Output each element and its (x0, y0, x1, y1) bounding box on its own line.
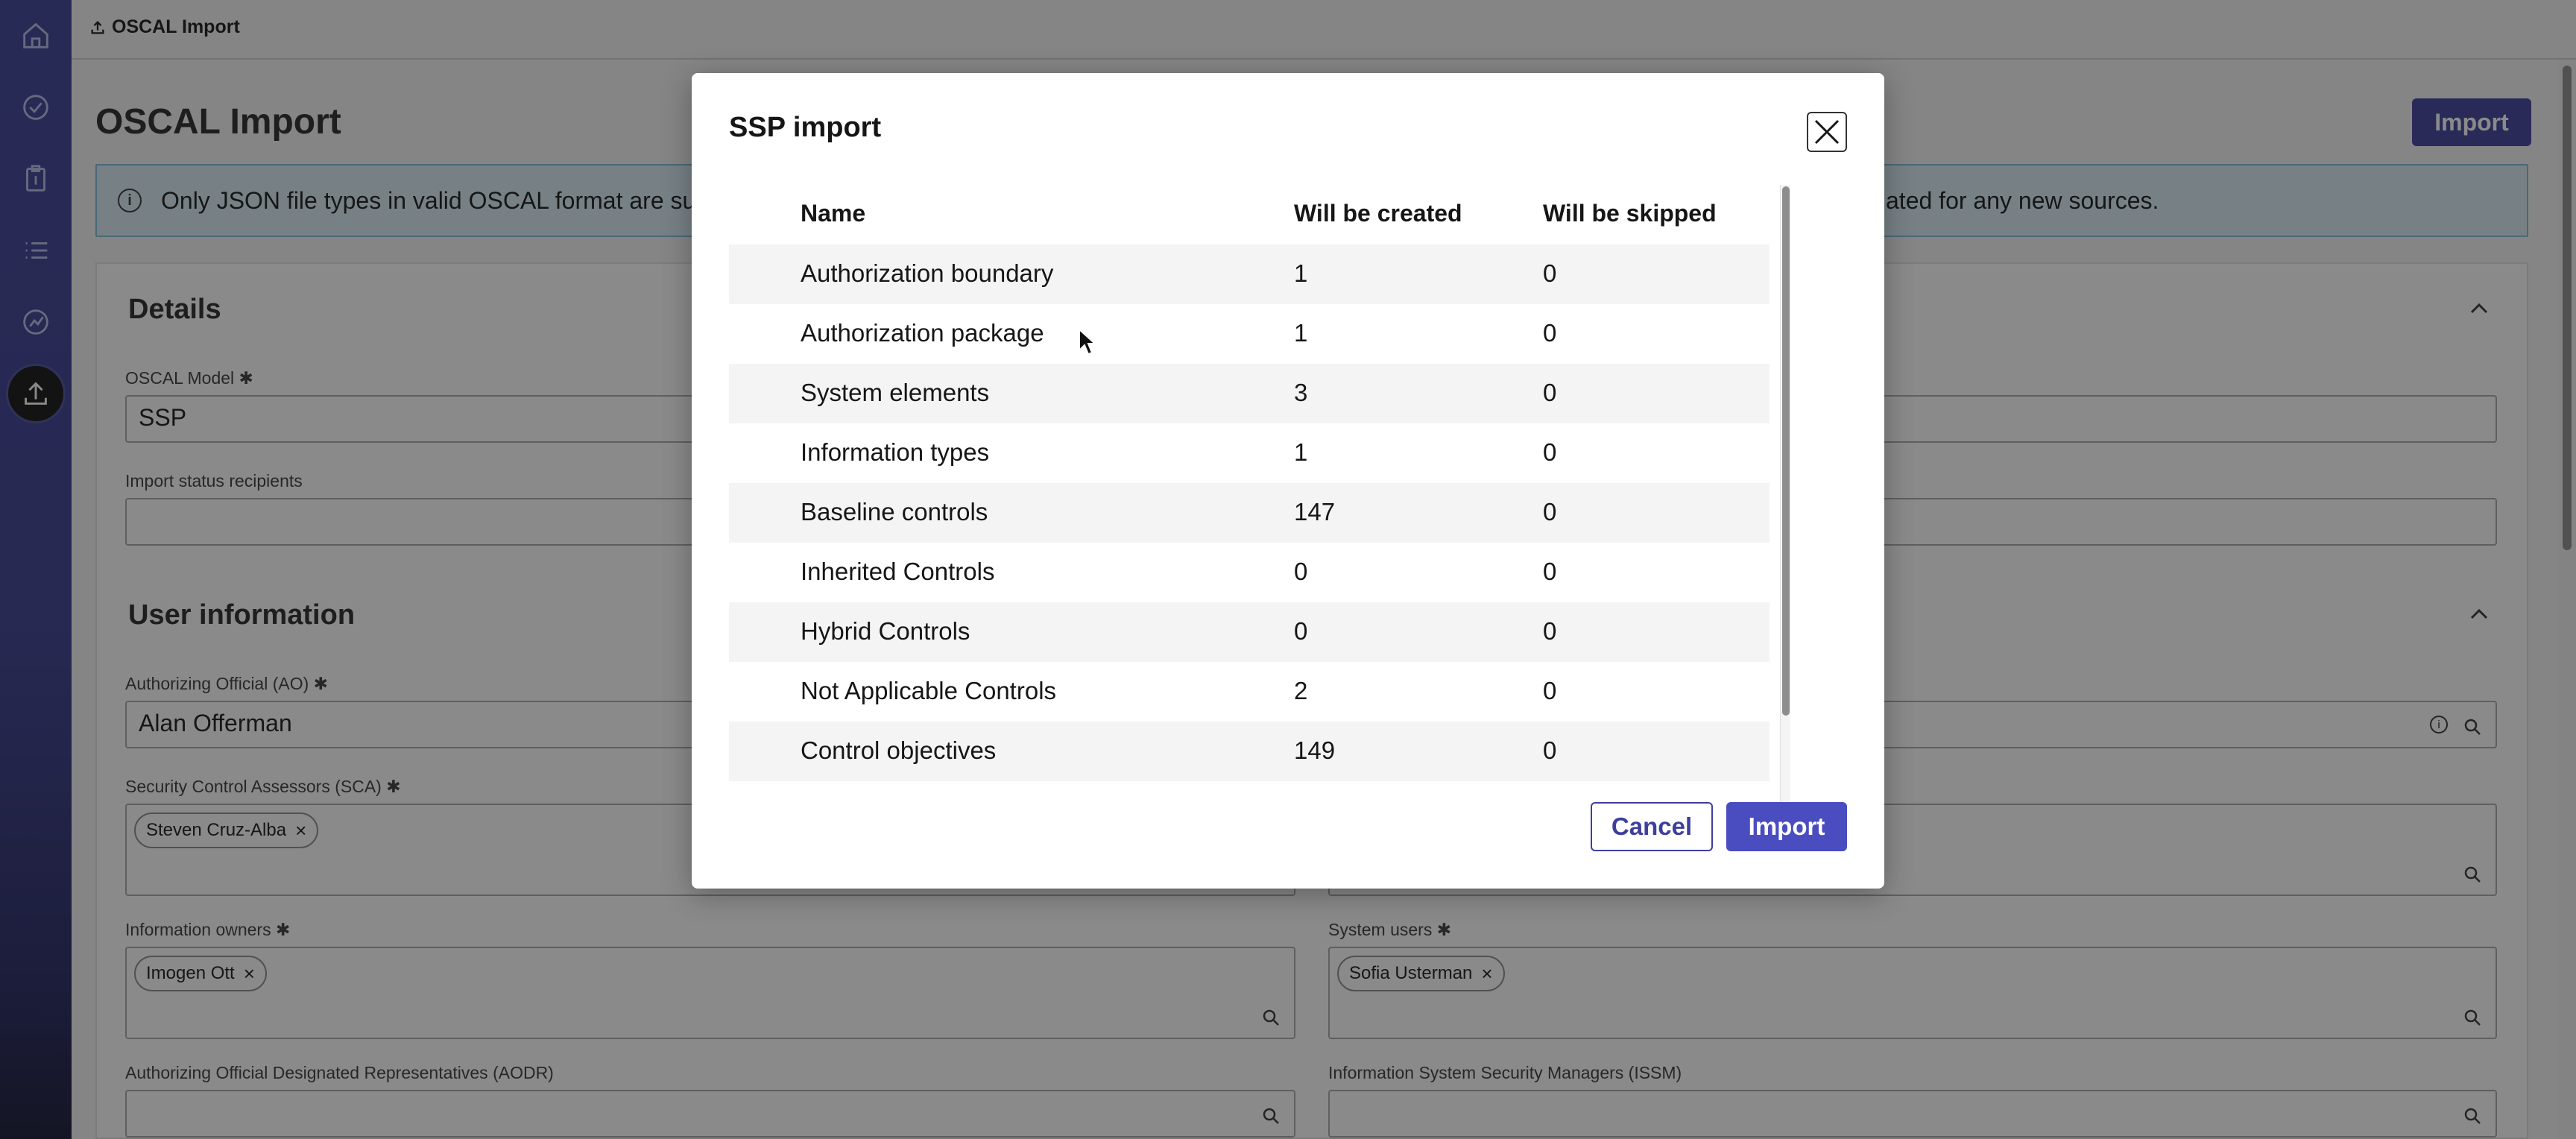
table-row: Authorization package 1 0 (729, 304, 1770, 364)
row-name: Information types (801, 438, 990, 466)
modal-title: SSP import (729, 112, 882, 143)
modal-scrollbar-thumb[interactable] (1782, 186, 1790, 716)
row-created: 1 (1294, 319, 1308, 347)
row-created: 149 (1294, 736, 1336, 764)
row-name: Authorization boundary (801, 259, 1054, 287)
row-created: 0 (1294, 617, 1308, 645)
table-row: Baseline controls 147 0 (729, 483, 1770, 543)
import-summary-table: Name Will be created Will be skipped Aut… (729, 185, 1770, 853)
table-header: Name Will be created Will be skipped (729, 185, 1770, 244)
table-row: Inherited Controls 0 0 (729, 543, 1770, 602)
row-skipped: 0 (1543, 438, 1557, 466)
mouse-cursor-icon (1079, 328, 1097, 356)
row-created: 1 (1294, 438, 1308, 466)
row-created: 3 (1294, 379, 1308, 406)
close-icon[interactable] (1807, 112, 1847, 152)
column-created: Will be created (1294, 200, 1462, 227)
table-row: Authorization boundary 1 0 (729, 244, 1770, 304)
row-name: Baseline controls (801, 498, 988, 526)
row-name: System elements (801, 379, 990, 406)
table-row: Not Applicable Controls 2 0 (729, 662, 1770, 722)
row-created: 147 (1294, 498, 1336, 526)
row-name: Control objectives (801, 736, 997, 764)
row-skipped: 0 (1543, 558, 1557, 585)
column-name: Name (801, 200, 866, 227)
ssp-import-modal: SSP import Name Will be created Will be … (692, 73, 1884, 889)
row-created: 2 (1294, 677, 1308, 704)
table-row: Information types 1 0 (729, 423, 1770, 483)
import-button[interactable]: Import (1726, 802, 1847, 851)
modal-scrollbar[interactable] (1780, 185, 1790, 850)
row-name: Inherited Controls (801, 558, 995, 585)
row-skipped: 0 (1543, 319, 1557, 347)
row-created: 0 (1294, 558, 1308, 585)
row-name: Hybrid Controls (801, 617, 970, 645)
table-row: Control objectives 149 0 (729, 722, 1770, 781)
row-skipped: 0 (1543, 617, 1557, 645)
table-row: Hybrid Controls 0 0 (729, 602, 1770, 662)
row-skipped: 0 (1543, 736, 1557, 764)
cancel-button[interactable]: Cancel (1591, 802, 1713, 851)
row-name: Not Applicable Controls (801, 677, 1057, 704)
row-skipped: 0 (1543, 677, 1557, 704)
row-skipped: 0 (1543, 259, 1557, 287)
row-skipped: 0 (1543, 498, 1557, 526)
row-skipped: 0 (1543, 379, 1557, 406)
row-name: Authorization package (801, 319, 1044, 347)
table-row: System elements 3 0 (729, 364, 1770, 423)
row-created: 1 (1294, 259, 1308, 287)
column-skipped: Will be skipped (1543, 200, 1717, 227)
